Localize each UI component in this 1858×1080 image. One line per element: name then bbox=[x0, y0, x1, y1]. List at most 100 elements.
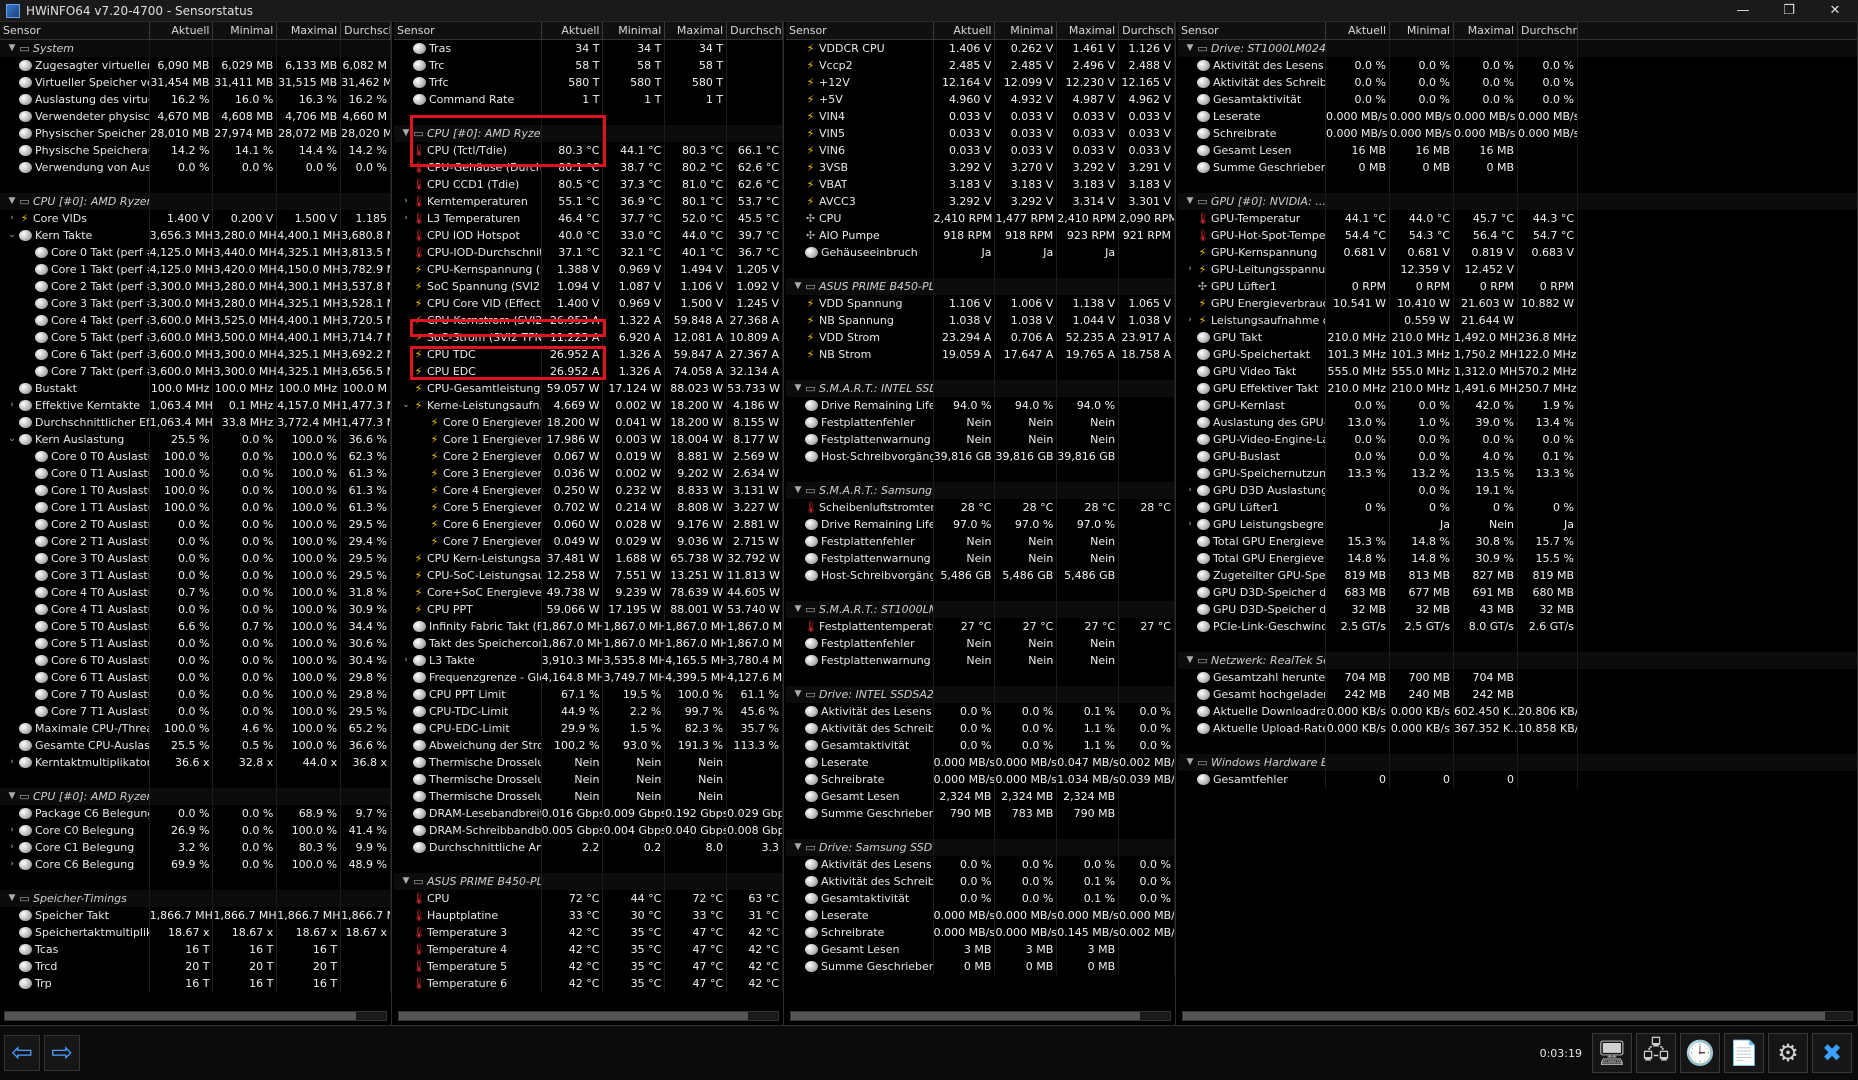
sensor-row[interactable]: ⚡Core+SoC Energieverbr...49.738 W9.239 W… bbox=[394, 584, 783, 601]
sensor-row[interactable]: ⚡CPU-SoC-Leistungsaufn...12.258 W7.551 W… bbox=[394, 567, 783, 584]
collapse-chevron-icon[interactable]: ▼ bbox=[792, 839, 804, 856]
report-icon[interactable]: 📄 bbox=[1724, 1033, 1764, 1073]
restore-button[interactable]: ❐ bbox=[1766, 0, 1812, 22]
sensor-row[interactable]: ⚡Core 4 Energieverbra...0.250 W0.232 W8.… bbox=[394, 482, 783, 499]
collapse-chevron-icon[interactable]: ▼ bbox=[400, 125, 412, 142]
sensor-row[interactable]: CPU PPT Limit 67.1 % 19.5 % 100.0 % 61.1 % bbox=[394, 686, 783, 703]
sensor-row[interactable]: Leserate 0.000 MB/s 0.000 MB/s 0.000 MB/s 0.… bbox=[1178, 108, 1857, 125]
sensor-row[interactable]: ⚡ CPU TDC 26.952 A 1.326 A 59.847 A 27.367 A bbox=[394, 346, 783, 363]
sensor-row[interactable]: Aktivität des Lesens 0.0 % 0.0 % 0.0 % 0.0 % bbox=[786, 856, 1175, 873]
sensor-row[interactable]: ›L3 Takte3,910.3 MHz3,535.8 MHz4,165.5 M… bbox=[394, 652, 783, 669]
scrollbar-thumb[interactable] bbox=[399, 1012, 748, 1020]
sensor-row[interactable]: › Core C6 Belegung 69.9 % 0.0 % 100.0 % 48.9 … bbox=[0, 856, 391, 873]
sensor-row[interactable]: Festplattenfehler Nein Nein Nein bbox=[786, 635, 1175, 652]
sensor-row[interactable]: Thermische Drosselung (...NeinNeinNein bbox=[394, 754, 783, 771]
sensor-row[interactable]: Core 6 T1 Auslastung0.0 %0.0 %100.0 %29.… bbox=[0, 669, 391, 686]
column-header[interactable]: Minimal bbox=[1390, 22, 1454, 39]
sensor-row[interactable]: › 🌡 Kerntemperaturen 55.1 °C 36.9 °C 80.1 °C 5… bbox=[394, 193, 783, 210]
column-header[interactable]: Durchschni bbox=[1518, 22, 1578, 39]
sensor-row[interactable]: Core 7 Takt (perf #3/7)3,600.0 MHz3,300.… bbox=[0, 363, 391, 380]
sensor-row[interactable]: Gesamte CPU-Auslastung25.5 %0.5 %100.0 %… bbox=[0, 737, 391, 754]
sensor-row[interactable]: Gesamtfehler 0 0 0 bbox=[1178, 771, 1857, 788]
collapse-chevron-icon[interactable]: ▼ bbox=[1184, 754, 1196, 771]
sensor-row[interactable]: Summe Geschrieben 0 MB 0 MB 0 MB bbox=[786, 958, 1175, 975]
sensor-row[interactable]: ⚡ VIN5 0.033 V 0.033 V 0.033 V 0.033 V bbox=[786, 125, 1175, 142]
expand-chevron-icon[interactable]: › bbox=[400, 210, 412, 227]
sensor-row[interactable]: Core 3 T0 Auslastung0.0 %0.0 %100.0 %29.… bbox=[0, 550, 391, 567]
sensor-row[interactable]: ⌄ ⚡ Kerne-Leistungsaufn... 4.669 W 0.002 W 18… bbox=[394, 397, 783, 414]
sensor-row[interactable]: Core 0 T0 Auslastung100.0 %0.0 %100.0 %6… bbox=[0, 448, 391, 465]
sensor-row[interactable]: ⚡ GPU-Kernspannung 0.681 V 0.681 V 0.819 V 0.… bbox=[1178, 244, 1857, 261]
horizontal-scrollbar[interactable] bbox=[4, 1011, 387, 1021]
sensor-row[interactable]: ⚡ NB Strom 19.059 A 17.647 A 19.765 A 18.758 … bbox=[786, 346, 1175, 363]
column-header[interactable]: Minimal bbox=[995, 22, 1058, 39]
sensor-row[interactable]: Gesamtaktivität 0.0 % 0.0 % 0.0 % 0.0 % bbox=[1178, 91, 1857, 108]
sensor-row[interactable]: ⚡CPU-Kernspannung (SVI...1.388 V0.969 V1… bbox=[394, 261, 783, 278]
sensor-row[interactable]: Drive Remaining Life 97.0 % 97.0 % 97.0 % bbox=[786, 516, 1175, 533]
sensor-group-row[interactable]: ▼▭S.M.A.R.T.: Samsung SS... bbox=[786, 482, 1175, 499]
settings-gear-icon[interactable]: ⚙ bbox=[1768, 1033, 1808, 1073]
collapse-chevron-icon[interactable]: ▼ bbox=[6, 788, 18, 805]
sensor-row[interactable]: Core 2 T0 Auslastung0.0 %0.0 %100.0 %29.… bbox=[0, 516, 391, 533]
sensor-row[interactable]: 🌡 CPU CCD1 (Tdie) 80.5 °C 37.3 °C 81.0 °C 62.… bbox=[394, 176, 783, 193]
collapse-chevron-icon[interactable]: ▼ bbox=[400, 873, 412, 890]
sensor-row[interactable]: ⚡SoC Spannung (SVI2 TFN)1.094 V1.087 V1.… bbox=[394, 278, 783, 295]
sensor-row[interactable]: 🌡 GPU-Temperatur 44.1 °C 44.0 °C 45.7 °C 44.3… bbox=[1178, 210, 1857, 227]
sensor-row[interactable]: Aktuelle Downloadrate0.000 KB/s0.000 KB/… bbox=[1178, 703, 1857, 720]
close-window-button[interactable]: ✕ bbox=[1812, 0, 1858, 22]
sensor-row[interactable]: GPU-Speichertakt 101.3 MHz 101.3 MHz 1,750.… bbox=[1178, 346, 1857, 363]
column-header[interactable]: Durchschni bbox=[1119, 22, 1175, 39]
column-header[interactable]: Sensor bbox=[1178, 22, 1326, 39]
sensor-row[interactable]: Speichertaktmultiplikator18.67 x18.67 x1… bbox=[0, 924, 391, 941]
collapse-chevron-icon[interactable]: ⌄ bbox=[6, 431, 18, 448]
sensor-row[interactable]: ⚡Core 3 Energieverbra...0.036 W0.002 W9.… bbox=[394, 465, 783, 482]
sensor-row[interactable]: › ⚡ GPU-Leitungsspannu... 12.359 V 12.452 V bbox=[1178, 261, 1857, 278]
sensor-row[interactable]: Auslastung des virtuelle...16.2 %16.0 %1… bbox=[0, 91, 391, 108]
sensor-row[interactable]: 🌡 CPU (Tctl/Tdie) 80.3 °C 44.1 °C 80.3 °C 66.… bbox=[394, 142, 783, 159]
sensor-row[interactable]: 🌡 Temperature 3 42 °C 35 °C 47 °C 42 °C bbox=[394, 924, 783, 941]
sensor-row[interactable]: Core 5 T0 Auslastung6.6 %0.7 %100.0 %34.… bbox=[0, 618, 391, 635]
collapse-chevron-icon[interactable]: ▼ bbox=[1184, 40, 1196, 57]
sensor-row[interactable]: ⚡CPU-Kernstrom (SVI2 TFN)26.953 A1.322 A… bbox=[394, 312, 783, 329]
scrollbar-thumb[interactable] bbox=[791, 1012, 1140, 1020]
sensor-group-row[interactable]: ▼▭Netzwerk: RealTek Semi... bbox=[1178, 652, 1857, 669]
sensor-row[interactable]: Verwendung von Auslag...0.0 %0.0 %0.0 %0… bbox=[0, 159, 391, 176]
sensor-row[interactable]: Festplattenfehler Nein Nein Nein bbox=[786, 533, 1175, 550]
expand-chevron-icon[interactable]: › bbox=[6, 210, 18, 227]
sensor-row[interactable]: GPU Lüfter1 0 % 0 % 0 % 0 % bbox=[1178, 499, 1857, 516]
sensor-row[interactable]: Summe Geschrieben 790 MB 783 MB 790 MB bbox=[786, 805, 1175, 822]
sensor-row[interactable]: Schreibrate 0.000 MB/s 0.000 MB/s 1.034 MB/… bbox=[786, 771, 1175, 788]
sensor-row[interactable]: › ⚡ Core VIDs 1.400 V 0.200 V 1.500 V 1.185 bbox=[0, 210, 391, 227]
sensor-row[interactable]: DRAM-Schreibbandbreite0.005 Gbps0.004 Gb… bbox=[394, 822, 783, 839]
sensor-row[interactable]: Core 3 Takt (perf #7/5)3,300.0 MHz3,280.… bbox=[0, 295, 391, 312]
sensor-row[interactable]: ⚡ VDD Spannung 1.106 V 1.006 V 1.138 V 1.065 … bbox=[786, 295, 1175, 312]
sensor-row[interactable]: ⚡ NB Spannung 1.038 V 1.038 V 1.044 V 1.038 V bbox=[786, 312, 1175, 329]
collapse-chevron-icon[interactable]: ▼ bbox=[6, 40, 18, 57]
sensor-row[interactable]: ✣ AIO Pumpe 918 RPM 918 RPM 923 RPM 921 RPM bbox=[786, 227, 1175, 244]
sensor-group-row[interactable]: ▼ ▭ GPU [#0]: NVIDIA: ... bbox=[1178, 193, 1857, 210]
sensor-row[interactable]: GPU Takt 210.0 MHz 210.0 MHz 1,492.0 MHz 236… bbox=[1178, 329, 1857, 346]
sensor-row[interactable]: ⌄ Kern Auslastung 25.5 % 0.0 % 100.0 % 36.6 % bbox=[0, 431, 391, 448]
sensor-row[interactable]: Core 0 Takt (perf #4/4)4,125.0 MHz3,440.… bbox=[0, 244, 391, 261]
sensor-row[interactable]: Gesamtzahl herunterge...704 MB700 MB704 … bbox=[1178, 669, 1857, 686]
sensor-group-row[interactable]: ▼ ▭ Speicher-Timings bbox=[0, 890, 391, 907]
sensor-row[interactable]: Core 3 T1 Auslastung0.0 %0.0 %100.0 %29.… bbox=[0, 567, 391, 584]
sensor-group-row[interactable]: ▼▭CPU [#0]: AMD Ryzen 7 ... bbox=[0, 193, 391, 210]
horizontal-scrollbar[interactable] bbox=[398, 1011, 779, 1021]
sensor-row[interactable]: Schreibrate 0.000 MB/s 0.000 MB/s 0.000 MB/… bbox=[1178, 125, 1857, 142]
sensor-row[interactable]: ›Kerntaktmultiplikatoren36.6 x32.8 x44.0… bbox=[0, 754, 391, 771]
sensor-row[interactable]: Festplattenwarnung Nein Nein Nein bbox=[786, 550, 1175, 567]
sensor-row[interactable]: ✣ CPU 2,410 RPM 1,477 RPM 2,410 RPM 2,090 RPM bbox=[786, 210, 1175, 227]
sensor-row[interactable]: Core 7 T0 Auslastung0.0 %0.0 %100.0 %29.… bbox=[0, 686, 391, 703]
sensor-row[interactable]: ⚡Core 1 Energieverbra...17.986 W0.003 W1… bbox=[394, 431, 783, 448]
column-header[interactable]: Maximal bbox=[277, 22, 342, 39]
sensor-row[interactable]: Frequenzgrenze - Global4,164.8 MHz3,749.… bbox=[394, 669, 783, 686]
sensor-row[interactable]: GPU D3D-Speicher dedizi...683 MB677 MB69… bbox=[1178, 584, 1857, 601]
sensor-row[interactable]: ›GPU Leistungsbegren...JaNeinJa bbox=[1178, 516, 1857, 533]
column-header[interactable]: Maximal bbox=[1057, 22, 1120, 39]
sensor-row[interactable]: Core 4 T0 Auslastung0.7 %0.0 %100.0 %31.… bbox=[0, 584, 391, 601]
sensor-row[interactable]: 🌡GPU-Hot-Spot-Temperatur54.4 °C54.3 °C56… bbox=[1178, 227, 1857, 244]
column-header[interactable]: Sensor bbox=[0, 22, 150, 39]
sensor-row[interactable]: Gesamt hochgeladen 242 MB 240 MB 242 MB bbox=[1178, 686, 1857, 703]
horizontal-scrollbar[interactable] bbox=[790, 1011, 1171, 1021]
